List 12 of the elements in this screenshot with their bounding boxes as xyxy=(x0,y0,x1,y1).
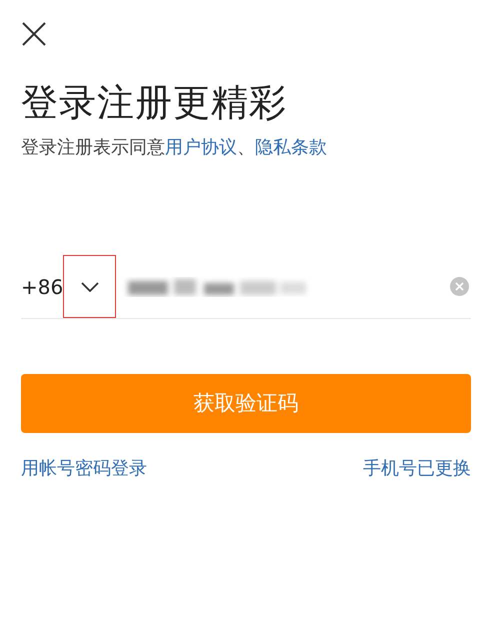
password-login-link[interactable]: 用帐号密码登录 xyxy=(21,455,147,482)
user-agreement-link[interactable]: 用户协议 xyxy=(165,137,237,158)
chevron-down-icon xyxy=(80,282,99,292)
page-title: 登录注册更精彩 xyxy=(21,80,288,126)
clear-icon xyxy=(455,282,464,291)
privacy-policy-link[interactable]: 隐私条款 xyxy=(255,137,327,158)
country-dropdown[interactable] xyxy=(63,255,116,318)
country-code: +86 xyxy=(21,274,64,300)
close-icon xyxy=(21,21,47,47)
close-button[interactable] xyxy=(21,21,47,47)
agreement-text: 登录注册表示同意用户协议、隐私条款 xyxy=(21,136,328,160)
phone-changed-link[interactable]: 手机号已更换 xyxy=(363,455,471,482)
